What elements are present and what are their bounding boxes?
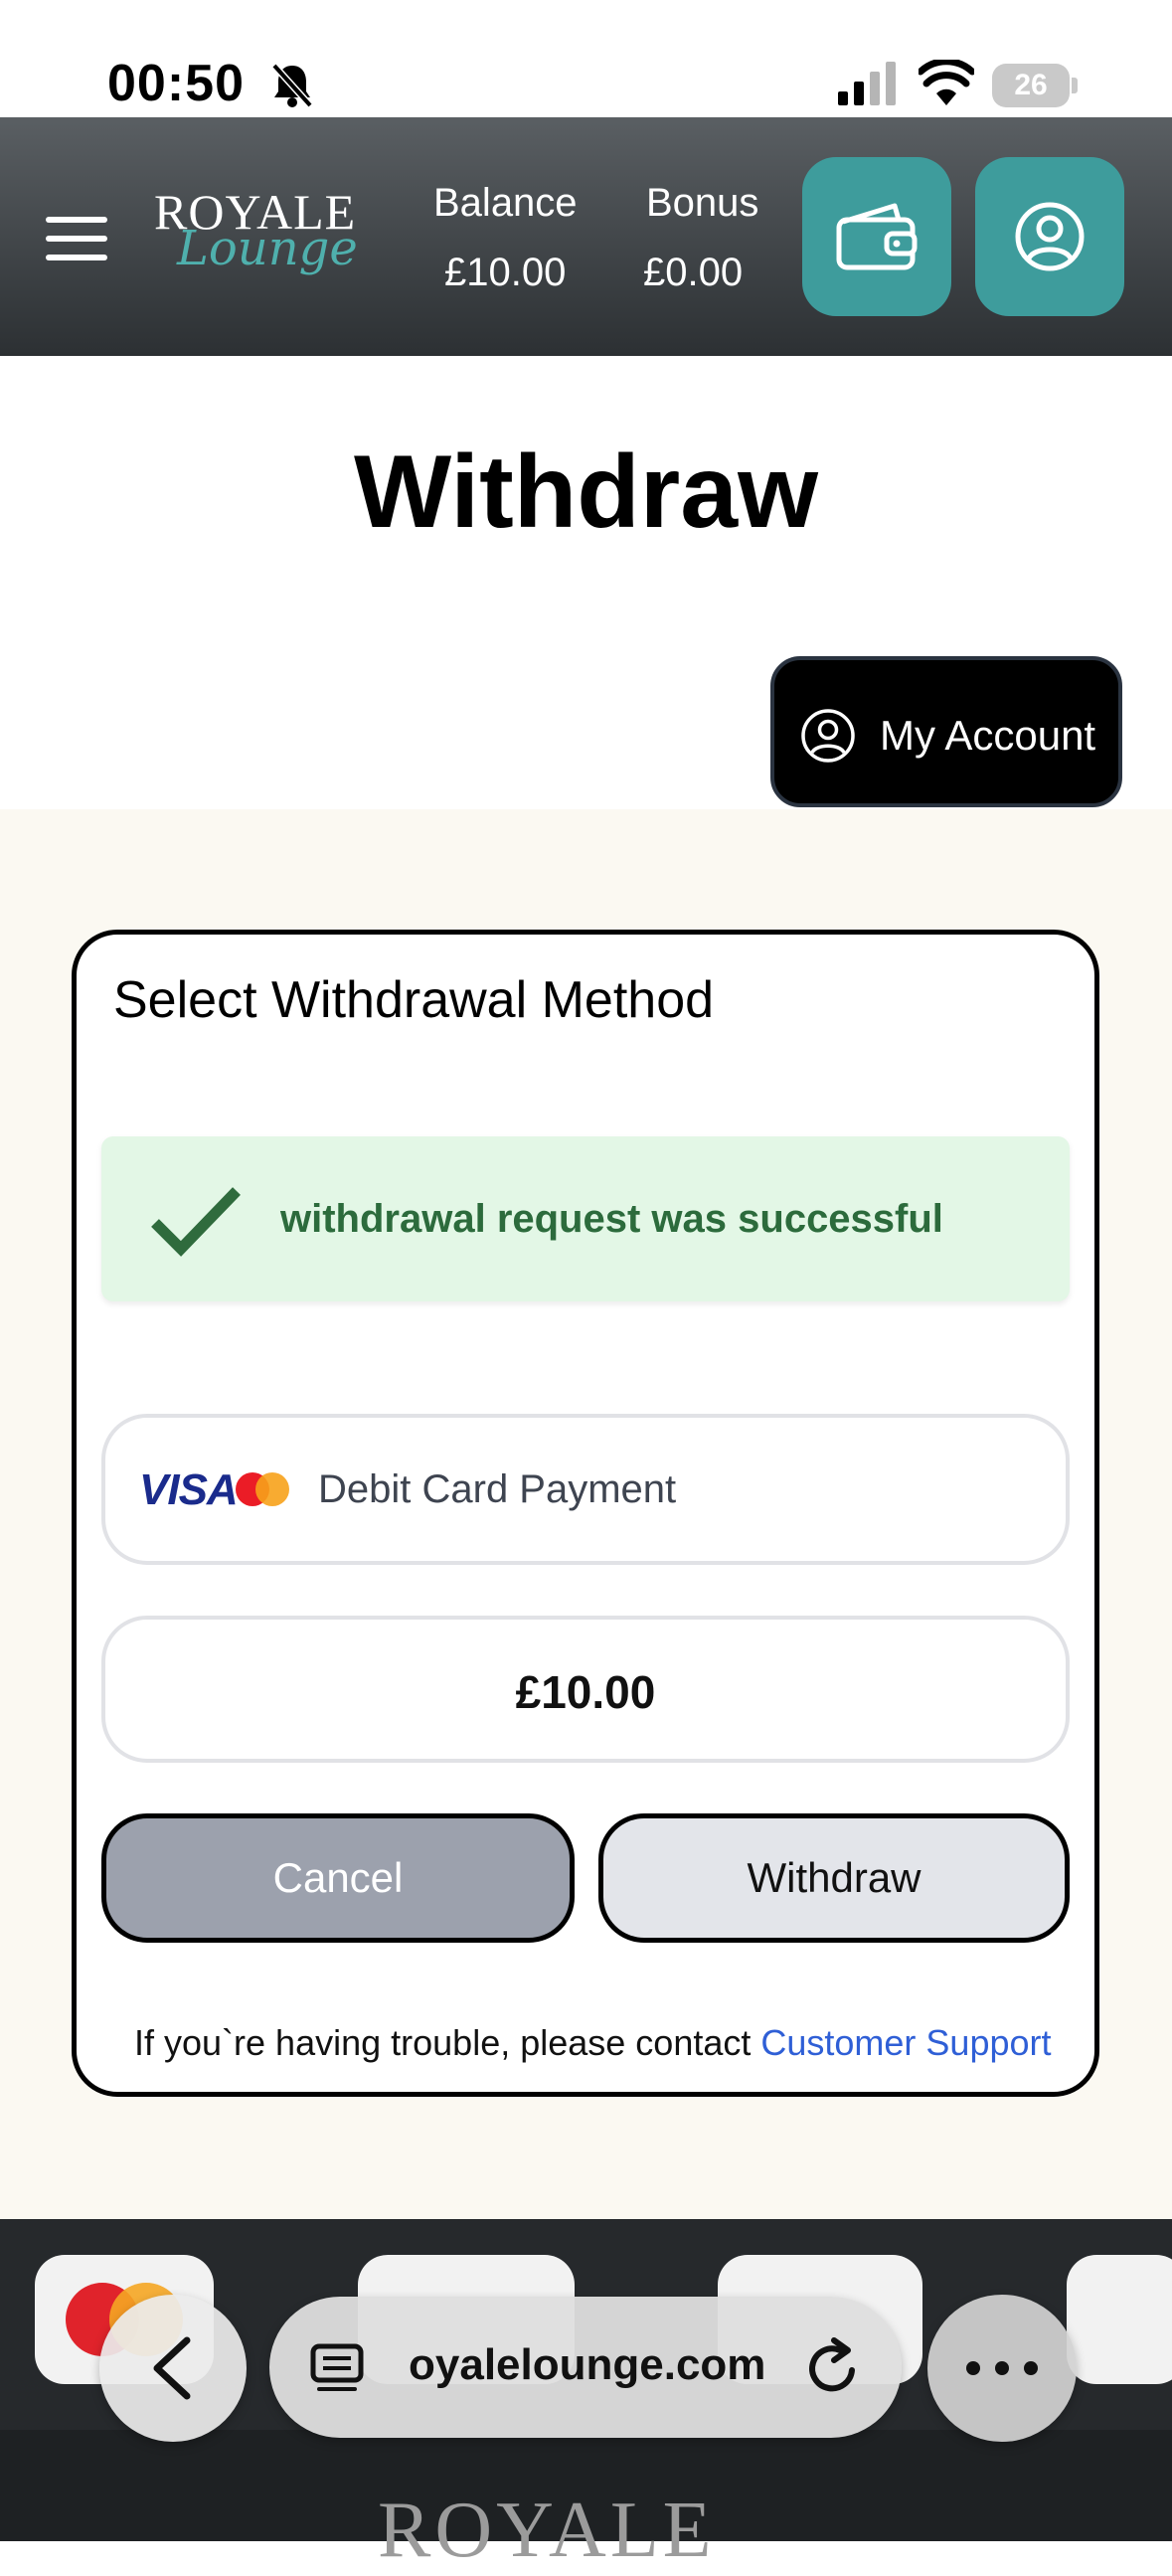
balance-label: Balance (433, 181, 578, 225)
method-label: Debit Card Payment (318, 1467, 677, 1511)
more-icon (966, 2361, 1038, 2375)
customer-support-link[interactable]: Customer Support (760, 2022, 1051, 2063)
page-title: Withdraw (353, 434, 819, 550)
check-icon (151, 1187, 241, 1257)
logo-lounge[interactable]: Lounge (177, 221, 358, 276)
my-account-label: My Account (880, 712, 1096, 759)
mastercard-icon (236, 1472, 289, 1506)
amount-value: £10.00 (515, 1666, 656, 1718)
card-title: Select Withdrawal Method (113, 971, 715, 1029)
browser-back-button[interactable] (99, 2295, 247, 2442)
cancel-button[interactable]: Cancel (101, 1813, 575, 1943)
bell-slash-icon (271, 63, 313, 108)
success-message: withdrawal request was successful (280, 1197, 943, 1241)
url-text: oyalelounge.com (409, 2340, 766, 2389)
footer-logo: ROYALE (378, 2487, 716, 2574)
status-time: 00:50 (107, 55, 245, 112)
help-text: If you`re having trouble, please contact… (134, 2022, 1052, 2064)
user-circle-icon (801, 709, 855, 763)
menu-icon[interactable] (46, 217, 109, 260)
visa-logo: VISA (139, 1465, 239, 1514)
tabs-icon (310, 2343, 364, 2391)
address-bar[interactable]: oyalelounge.com (269, 2297, 902, 2438)
browser-more-button[interactable] (927, 2295, 1077, 2442)
account-button[interactable] (975, 157, 1124, 316)
reload-icon[interactable] (804, 2336, 862, 2398)
bonus-value: £0.00 (643, 251, 744, 294)
cancel-label: Cancel (272, 1854, 404, 1901)
withdraw-button[interactable]: Withdraw (598, 1813, 1070, 1943)
my-account-button[interactable]: My Account (770, 656, 1122, 807)
help-text-body: If you`re having trouble, please contact (134, 2022, 761, 2063)
user-circle-icon (1015, 202, 1085, 271)
bonus-label: Bonus (646, 181, 759, 225)
battery-indicator: 26 (992, 64, 1070, 107)
signal-icon (838, 62, 896, 105)
wifi-icon (919, 60, 974, 105)
wallet-button[interactable] (802, 157, 951, 316)
wallet-icon (836, 203, 918, 270)
withdraw-label: Withdraw (747, 1854, 921, 1901)
battery-cap (1072, 78, 1078, 93)
balance-value: £10.00 (444, 251, 567, 294)
payment-tile-googlepay (1067, 2255, 1172, 2384)
battery-level: 26 (1014, 69, 1048, 101)
back-icon (153, 2336, 191, 2400)
